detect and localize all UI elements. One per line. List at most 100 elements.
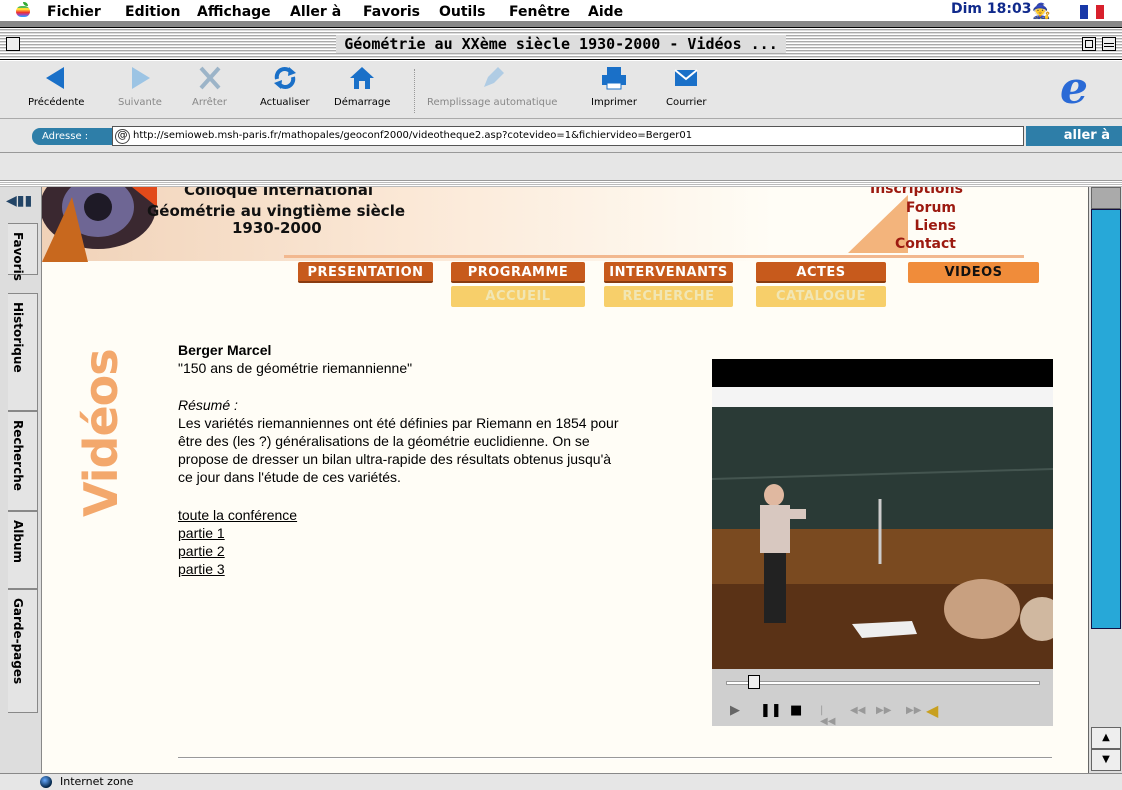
resume-label: Résumé : [178, 397, 238, 413]
collapse-box-icon[interactable] [1102, 37, 1116, 51]
eye-logo-icon [42, 187, 157, 262]
bottom-divider [178, 757, 1052, 759]
forward-button[interactable]: Suivante [118, 65, 162, 108]
tab-album-label: Album [11, 520, 25, 564]
nav-catalogue[interactable]: CATALOGUE [756, 286, 886, 307]
back-arrow-icon [42, 65, 70, 91]
menubar-clock[interactable]: Dim 18:03 [951, 1, 1031, 17]
menu-outils[interactable]: Outils [439, 1, 486, 23]
link-forum[interactable]: Forum [870, 200, 956, 216]
scroll-up-arrow-icon[interactable]: ▲ [1091, 727, 1121, 749]
go-button[interactable]: aller à [1026, 126, 1122, 146]
back-button[interactable]: Précédente [28, 65, 84, 108]
refresh-icon [271, 65, 299, 91]
explorer-toggle-icon[interactable]: ◀▮▮ [6, 193, 36, 211]
menu-aller-a[interactable]: Aller à [290, 1, 341, 23]
resume-line-3: propose de dresser un bilan ultra-rapide… [178, 451, 612, 467]
link-partie-1[interactable]: partie 1 [178, 525, 225, 541]
internet-zone-globe-icon [40, 776, 52, 788]
menu-favoris[interactable]: Favoris [363, 1, 420, 23]
link-liens[interactable]: Liens [870, 218, 956, 234]
link-partie-3[interactable]: partie 3 [178, 561, 225, 577]
home-icon [348, 65, 376, 91]
skip-back-icon[interactable]: |◀◀ [820, 705, 835, 727]
fast-forward-icon[interactable]: ▶▶ [876, 705, 891, 716]
apple-menu-icon[interactable] [16, 2, 30, 18]
menu-aide[interactable]: Aide [588, 1, 623, 23]
pause-icon[interactable]: ❚❚ [760, 703, 782, 718]
assistant-icon[interactable]: 🧙 [1032, 2, 1051, 20]
nav-actes[interactable]: ACTES [756, 262, 886, 283]
keyboard-layout-flag-icon[interactable] [1080, 5, 1104, 19]
home-label: Démarrage [334, 97, 391, 108]
link-contact[interactable]: Contact [870, 236, 956, 252]
nav-intervenants[interactable]: INTERVENANTS [604, 262, 733, 283]
scroll-track-top[interactable] [1091, 187, 1121, 209]
tab-album[interactable]: Album [8, 511, 38, 589]
skip-forward-icon[interactable]: ▶▶ [906, 705, 921, 716]
status-bar: Internet zone [0, 773, 1122, 790]
refresh-button[interactable]: Actualiser [260, 65, 310, 108]
link-partie-2[interactable]: partie 2 [178, 543, 225, 559]
autofill-button[interactable]: Remplissage automatique [427, 65, 557, 108]
volume-speaker-icon[interactable]: ◀ [926, 701, 938, 720]
resume-line-4: ce jour dans l'étude de ces variétés. [178, 469, 401, 485]
scroll-down-arrow-icon[interactable]: ▼ [1091, 749, 1121, 771]
menu-fenetre[interactable]: Fenêtre [509, 1, 570, 23]
zoom-box-icon[interactable] [1082, 37, 1096, 51]
talk-author: Berger Marcel [178, 342, 272, 358]
browser-toolbar: Précédente Suivante Arrêter Actualiser D… [0, 61, 1122, 119]
tab-favoris-label: Favoris [11, 232, 25, 281]
tab-garde-pages[interactable]: Garde-pages [8, 589, 38, 713]
video-timeline-thumb[interactable] [748, 675, 761, 689]
window-title-bar[interactable]: Géométrie au XXème siècle 1930-2000 - Vi… [0, 28, 1122, 60]
mail-envelope-icon [672, 65, 700, 91]
print-button[interactable]: Imprimer [591, 65, 637, 108]
forward-label: Suivante [118, 97, 162, 108]
menu-edition[interactable]: Edition [125, 1, 180, 23]
refresh-label: Actualiser [260, 97, 310, 108]
address-url: http://semioweb.msh-paris.fr/mathopales/… [133, 130, 693, 141]
tab-historique-label: Historique [11, 302, 25, 373]
header-rule [284, 255, 1024, 258]
stop-square-icon[interactable]: ■ [790, 703, 802, 718]
home-button[interactable]: Démarrage [334, 65, 390, 108]
video-frame[interactable] [712, 359, 1053, 669]
stop-x-icon [196, 65, 224, 91]
explorer-bar: ◀▮▮ Favoris Historique Recherche Album G… [0, 187, 42, 773]
video-timeline-slider[interactable] [726, 681, 1040, 685]
nav-accueil[interactable]: ACCUEIL [451, 286, 585, 307]
tab-historique[interactable]: Historique [8, 293, 38, 411]
at-site-icon: @ [115, 129, 130, 144]
play-icon[interactable]: ▶ [730, 703, 740, 718]
page-content: Colloque International Géométrie au ving… [42, 187, 1088, 773]
nav-videos[interactable]: VIDEOS [908, 262, 1039, 283]
forward-arrow-icon [126, 65, 154, 91]
lecture-video-image [712, 359, 1053, 669]
vertical-scrollbar[interactable]: ▲ ▼ [1088, 187, 1122, 773]
menu-fichier[interactable]: Fichier [47, 1, 101, 23]
stop-label: Arrêter [192, 97, 228, 108]
menubar-underlay [0, 21, 1122, 27]
link-full-conference[interactable]: toute la conférence [178, 507, 297, 523]
resume-line-1: Les variétés riemanniennes ont été défin… [178, 415, 619, 431]
scroll-thumb[interactable] [1091, 209, 1121, 629]
security-zone: Internet zone [60, 775, 134, 788]
menu-affichage[interactable]: Affichage [197, 1, 271, 23]
stop-button[interactable]: Arrêter [192, 65, 227, 108]
mail-button[interactable]: Courrier [666, 65, 707, 108]
nav-presentation[interactable]: PRESENTATION [298, 262, 433, 283]
nav-programme[interactable]: PROGRAMME [451, 262, 585, 283]
menu-bar: Fichier Edition Affichage Aller à Favori… [0, 0, 1122, 28]
nav-recherche[interactable]: RECHERCHE [604, 286, 733, 307]
tab-favoris[interactable]: Favoris [8, 223, 38, 281]
address-input[interactable]: @ http://semioweb.msh-paris.fr/mathopale… [112, 126, 1024, 146]
rewind-icon[interactable]: ◀◀ [850, 705, 865, 716]
section-title: Vidéos [74, 349, 128, 517]
mail-label: Courrier [666, 97, 707, 108]
print-label: Imprimer [591, 97, 637, 108]
tab-recherche-label: Recherche [11, 420, 25, 491]
tab-recherche[interactable]: Recherche [8, 411, 38, 511]
video-player[interactable]: ▶ ❚❚ ■ |◀◀ ◀◀ ▶▶ ▶▶ ◀ [712, 359, 1053, 727]
link-inscriptions[interactable]: Inscriptions [870, 187, 963, 197]
